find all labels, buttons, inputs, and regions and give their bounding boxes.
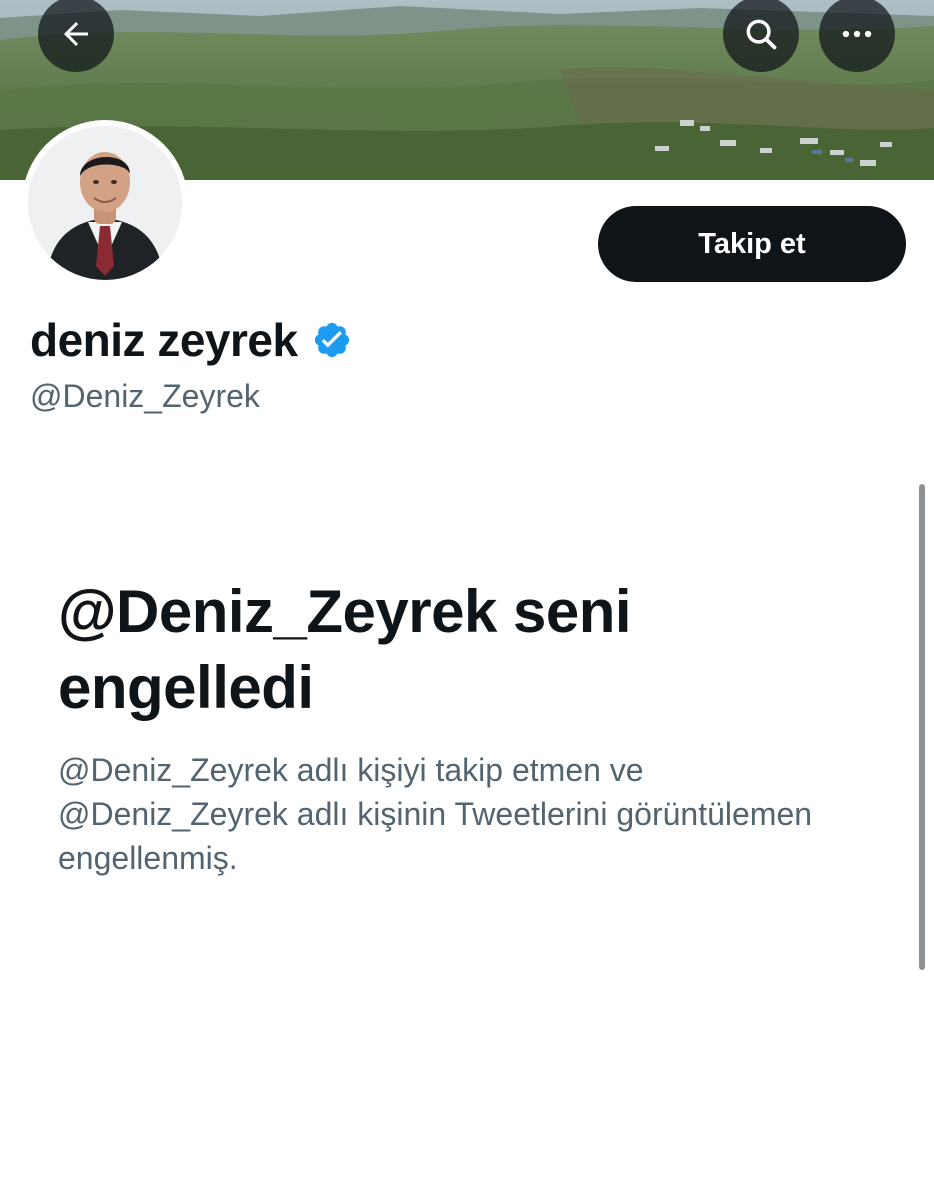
profile-handle: @Deniz_Zeyrek	[30, 378, 260, 414]
verified-badge-icon[interactable]	[312, 320, 352, 360]
blocked-description: @Deniz_Zeyrek adlı kişiyi takip etmen ve…	[58, 752, 813, 876]
avatar-photo	[28, 126, 182, 280]
more-horizontal-icon	[842, 30, 872, 38]
profile-name-row: deniz zeyrek	[30, 312, 352, 368]
search-icon	[746, 19, 777, 50]
scrollbar[interactable]	[919, 484, 925, 970]
arrow-left-icon	[64, 22, 88, 46]
follow-button-label: Takip et	[698, 227, 806, 260]
profile-avatar[interactable]	[22, 120, 188, 286]
blocked-title: @Deniz_Zeyrek seni engelledi	[58, 578, 632, 721]
follow-button[interactable]: Takip et	[598, 206, 906, 282]
display-name: deniz zeyrek	[30, 314, 298, 366]
